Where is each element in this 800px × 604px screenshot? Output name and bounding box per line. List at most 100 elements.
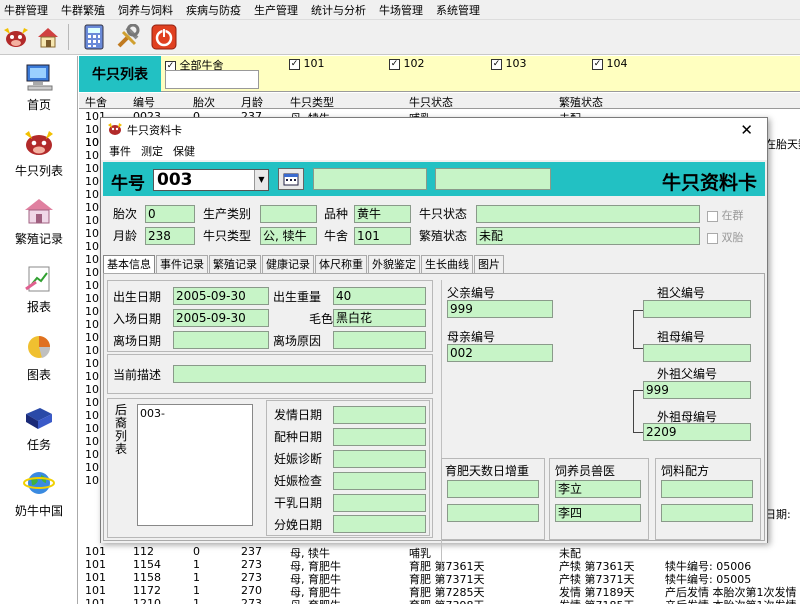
checkbox-checked-icon[interactable]: ✓ xyxy=(389,58,400,70)
column-header[interactable]: 编号 xyxy=(133,94,155,110)
coat-color-field[interactable]: 黑白花 xyxy=(333,309,426,327)
cattle-status-field[interactable] xyxy=(476,205,700,223)
column-header[interactable]: 月龄 xyxy=(241,94,263,110)
checkbox-icon[interactable] xyxy=(707,210,718,222)
column-header[interactable]: 牛只状态 xyxy=(409,94,453,110)
filter-barn-104[interactable]: ✓ 104 xyxy=(592,57,628,70)
column-header[interactable]: 牛舍 xyxy=(85,94,107,110)
maternal-grandmother-field[interactable]: 2209 xyxy=(643,423,751,441)
filter-label: 101 xyxy=(303,57,325,70)
entry-date-label: 入场日期 xyxy=(113,312,162,326)
estrus-date-field[interactable] xyxy=(333,406,426,424)
tools-icon[interactable] xyxy=(114,23,142,51)
production-category-field[interactable] xyxy=(260,205,317,223)
tab[interactable]: 体尺称重 xyxy=(315,255,367,273)
nav-item-home[interactable]: 首页 xyxy=(0,56,78,122)
pedigree-connector xyxy=(633,310,643,311)
table-row[interactable]: 101 1158 1 273 母, 育肥牛 育肥 第7371天 产犊 第7371天 犊牛编号:… xyxy=(79,571,800,586)
fattening-gain-field-1[interactable] xyxy=(447,480,539,498)
filter-barn-102[interactable]: ✓ 102 xyxy=(389,57,425,70)
checkbox-checked-icon[interactable]: ✓ xyxy=(491,58,502,70)
filter-text-box[interactable] xyxy=(165,70,259,89)
power-icon[interactable] xyxy=(150,23,178,51)
table-row[interactable]: 101 1172 1 270 母, 育肥牛 育肥 第7285天 发情 第7189天 产后发情 … xyxy=(79,584,800,599)
offspring-list[interactable]: 003- xyxy=(137,404,253,526)
maternal-grandfather-field[interactable]: 999 xyxy=(643,381,751,399)
dialog-title-bar[interactable]: 牛只资料卡 ✕ xyxy=(101,118,767,142)
dialog-menu-item[interactable]: 测定 xyxy=(141,143,163,159)
keeper-field[interactable]: 李立 xyxy=(555,480,641,498)
leave-reason-field[interactable] xyxy=(333,331,426,349)
checkbox-icon[interactable] xyxy=(707,232,718,244)
in-herd-checkbox[interactable]: 在群 xyxy=(707,207,744,223)
tab[interactable]: 基本信息 xyxy=(103,255,155,273)
nav-item-reports[interactable]: 报表 xyxy=(0,258,78,324)
calving-date-field[interactable] xyxy=(333,515,426,533)
mating-date-field[interactable] xyxy=(333,428,426,446)
cattle-id-combo[interactable]: 003 ▼ xyxy=(153,169,269,191)
nav-item-charts[interactable]: 图表 xyxy=(0,326,78,392)
table-row[interactable]: 101 1210 1 273 母, 育肥牛 育肥 第7398天 发情 第7185天 产后发情 … xyxy=(79,597,800,604)
paternal-grandmother-field[interactable] xyxy=(643,344,751,362)
breeding-status-field[interactable]: 未配 xyxy=(476,227,700,245)
dry-off-date-field[interactable] xyxy=(333,494,426,512)
menu-item[interactable]: 饲养与饲料 xyxy=(118,2,173,18)
father-id-field[interactable]: 999 xyxy=(447,300,553,318)
mother-id-field[interactable]: 002 xyxy=(447,344,553,362)
checkbox-checked-icon[interactable]: ✓ xyxy=(289,58,300,70)
nav-item-breeding[interactable]: 繁殖记录 xyxy=(0,190,78,256)
chevron-down-icon[interactable]: ▼ xyxy=(254,170,268,190)
column-header[interactable]: 繁殖状态 xyxy=(559,94,603,110)
menu-item[interactable]: 生产管理 xyxy=(254,2,298,18)
tab[interactable]: 生长曲线 xyxy=(421,255,473,273)
header-field-2[interactable] xyxy=(435,168,551,190)
tab[interactable]: 繁殖记录 xyxy=(209,255,261,273)
barn-field[interactable]: 101 xyxy=(354,227,411,245)
feed-formula-field-1[interactable] xyxy=(661,480,753,498)
nav-item-tasks[interactable]: 任务 xyxy=(0,396,78,462)
pregnancy-check-field[interactable] xyxy=(333,472,426,490)
header-field-1[interactable] xyxy=(313,168,427,190)
nav-item-dairy-china[interactable]: 奶牛中国 xyxy=(0,462,78,528)
calendar-button[interactable] xyxy=(278,168,304,190)
cow-logo-icon[interactable] xyxy=(2,23,30,51)
leave-date-field[interactable] xyxy=(173,331,269,349)
dialog-menu-item[interactable]: 事件 xyxy=(109,143,131,159)
close-icon[interactable]: ✕ xyxy=(740,121,753,139)
tab[interactable]: 外貌鉴定 xyxy=(368,255,420,273)
feed-formula-field-2[interactable] xyxy=(661,504,753,522)
menu-item[interactable]: 牛群管理 xyxy=(4,2,48,18)
nav-item-cattle-list[interactable]: 牛只列表 xyxy=(0,122,78,188)
breed-field[interactable]: 黄牛 xyxy=(354,205,411,223)
column-header[interactable]: 牛只类型 xyxy=(290,94,334,110)
tab[interactable]: 事件记录 xyxy=(156,255,208,273)
menu-item[interactable]: 系统管理 xyxy=(436,2,480,18)
cattle-type-field[interactable]: 公, 犊牛 xyxy=(260,227,317,245)
pregnancy-diagnosis-field[interactable] xyxy=(333,450,426,468)
dialog-menu-item[interactable]: 保健 xyxy=(173,143,195,159)
tab[interactable]: 图片 xyxy=(474,255,504,273)
age-field[interactable]: 238 xyxy=(145,227,195,245)
menu-item[interactable]: 牛场管理 xyxy=(379,2,423,18)
cell: 1 xyxy=(193,597,200,604)
tab[interactable]: 健康记录 xyxy=(262,255,314,273)
menu-item[interactable]: 疾病与防疫 xyxy=(186,2,241,18)
filter-barn-103[interactable]: ✓ 103 xyxy=(491,57,527,70)
birth-weight-field[interactable]: 40 xyxy=(333,287,426,305)
twins-checkbox[interactable]: 双胎 xyxy=(707,229,744,245)
home-icon[interactable] xyxy=(34,23,62,51)
menu-item[interactable]: 统计与分析 xyxy=(311,2,366,18)
checkbox-checked-icon[interactable]: ✓ xyxy=(592,58,603,70)
column-header[interactable]: 胎次 xyxy=(193,94,215,110)
calculator-icon[interactable] xyxy=(80,23,108,51)
fattening-gain-field-2[interactable] xyxy=(447,504,539,522)
vet-field[interactable]: 李四 xyxy=(555,504,641,522)
entry-date-field[interactable]: 2005-09-30 xyxy=(173,309,269,327)
paternal-grandfather-field[interactable] xyxy=(643,300,751,318)
menu-item[interactable]: 牛群繁殖 xyxy=(61,2,105,18)
filter-barn-101[interactable]: ✓ 101 xyxy=(289,57,325,70)
nav-label: 牛只列表 xyxy=(14,164,63,178)
birth-date-field[interactable]: 2005-09-30 xyxy=(173,287,269,305)
parity-field[interactable]: 0 xyxy=(145,205,195,223)
description-field[interactable] xyxy=(173,365,426,383)
